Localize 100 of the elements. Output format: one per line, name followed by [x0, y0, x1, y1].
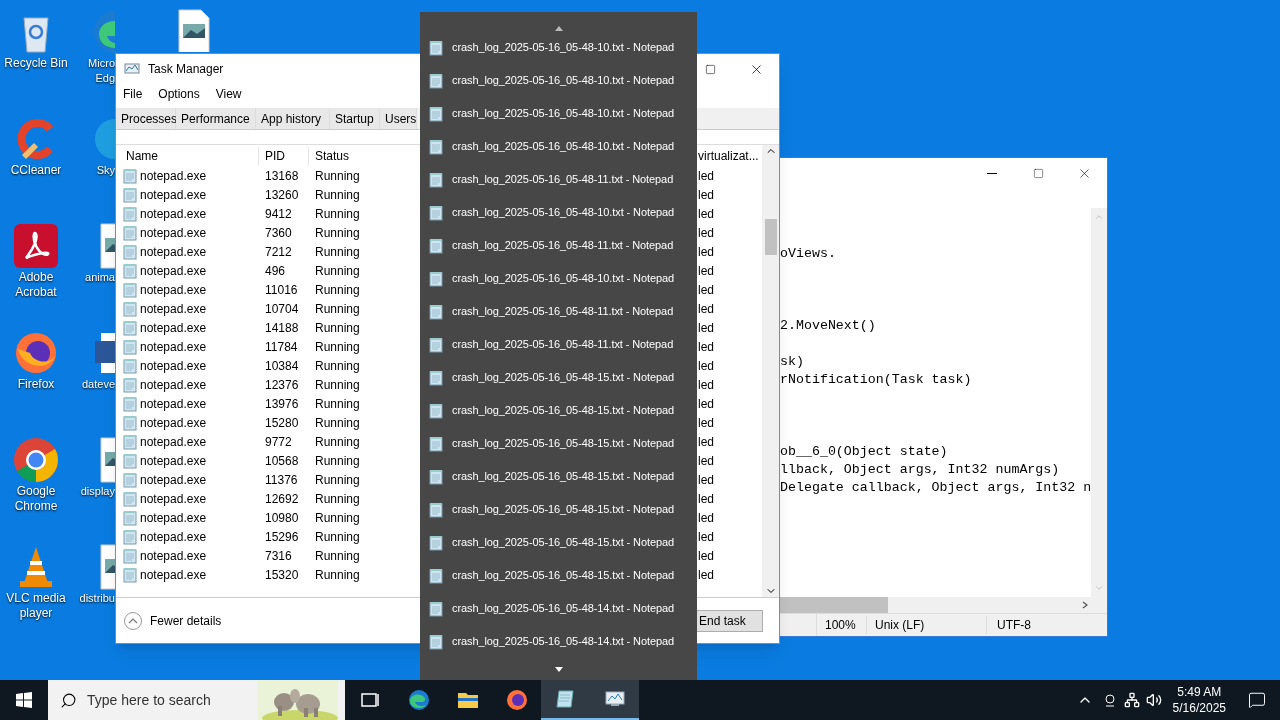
scroll-right-icon[interactable]: [1081, 601, 1089, 609]
window-list-item[interactable]: crash_log_2025-05-16_05-48-15.txt - Notepad: [420, 361, 697, 394]
notepad-icon: [428, 534, 444, 551]
table-cell-text: notepad.exe: [140, 338, 207, 356]
table-cell-text: 13260: [264, 186, 300, 204]
window-list-item[interactable]: crash_log_2025-05-16_05-48-15.txt - Notepad: [420, 493, 697, 526]
notepad-icon: [122, 414, 138, 431]
tab[interactable]: Users: [380, 108, 417, 129]
notepad-icon: [428, 270, 444, 287]
desktop-icon-label: distribu: [79, 591, 115, 606]
tab[interactable]: App history: [256, 108, 330, 129]
table-cell-text: Running: [314, 395, 361, 413]
notification-icon[interactable]: [1248, 691, 1266, 709]
taskbar-app[interactable]: [541, 680, 590, 720]
table-cell-text: Running: [314, 319, 361, 337]
tab[interactable]: Processes: [116, 108, 176, 129]
window-list-item[interactable]: crash_log_2025-05-16_05-48-10.txt - Notepad: [420, 196, 697, 229]
table-cell-text: Running: [314, 376, 361, 394]
acrobat-icon[interactable]: [12, 222, 60, 270]
window-list-item[interactable]: crash_log_2025-05-16_05-48-10.txt - Notepad: [420, 262, 697, 295]
notepad-icon: [428, 138, 444, 155]
notepad-icon: [122, 319, 138, 336]
table-cell: led: [698, 548, 714, 563]
table-cell-text: 9772: [264, 433, 293, 451]
notepad-icon: [122, 281, 138, 298]
search-bar[interactable]: Type here to search: [48, 680, 345, 720]
notepad-icon: [428, 369, 444, 386]
notepad-icon: [122, 471, 138, 488]
desktop-icon-label: Edg: [95, 71, 115, 86]
clock-date[interactable]: 5/16/2025: [1172, 700, 1226, 716]
volume-icon[interactable]: [1145, 692, 1162, 708]
desktop-icon-label: Acrobat: [15, 285, 57, 300]
window-list-item[interactable]: crash_log_2025-05-16_05-48-10.txt - Notepad: [420, 31, 697, 64]
table-cell-text: 10384: [264, 357, 300, 375]
notepad-icon: [122, 395, 138, 412]
table-cell-text: 11016: [264, 281, 299, 299]
network-icon[interactable]: [1123, 692, 1140, 708]
table-cell-text: 10704: [264, 300, 300, 318]
code-line: ob__6_0(Object state): [780, 443, 948, 461]
notepad-icon: [428, 105, 444, 122]
notepad-icon: [122, 566, 138, 583]
table-cell-text: Running: [314, 528, 361, 546]
table-cell: led: [698, 434, 714, 449]
tab[interactable]: Performance: [176, 108, 256, 129]
window-list-item[interactable]: crash_log_2025-05-16_05-48-15.txt - Notepad: [420, 394, 697, 427]
table-cell-text: Running: [314, 205, 361, 223]
window-list-item[interactable]: crash_log_2025-05-16_05-48-11.txt - Notepad: [420, 163, 697, 196]
window-list-item[interactable]: crash_log_2025-05-16_05-48-11.txt - Notepad: [420, 229, 697, 262]
table-cell: led: [698, 168, 714, 183]
window-list-item[interactable]: crash_log_2025-05-16_05-48-15.txt - Notepad: [420, 559, 697, 592]
table-cell: led: [698, 187, 714, 202]
scroll-up-icon[interactable]: [554, 26, 563, 31]
window-list-item[interactable]: crash_log_2025-05-16_05-48-15.txt - Notepad: [420, 460, 697, 493]
window-list-item[interactable]: crash_log_2025-05-16_05-48-15.txt - Notepad: [420, 526, 697, 559]
menu-item[interactable]: File: [123, 85, 143, 103]
table-cell-text: notepad.exe: [140, 414, 207, 432]
table-cell-text: notepad.exe: [140, 167, 207, 185]
table-cell: led: [698, 244, 714, 259]
table-cell-text: 11376: [264, 471, 299, 489]
column-header[interactable]: PID: [258, 146, 308, 165]
clock-time[interactable]: 5:49 AM: [1177, 684, 1222, 700]
window-list-item[interactable]: crash_log_2025-05-16_05-48-10.txt - Notepad: [420, 97, 697, 130]
edge-icon: [406, 688, 431, 712]
column-header[interactable]: virtualizat...: [695, 146, 760, 165]
notepad-icon: [122, 452, 138, 469]
table-cell-text: 12376: [264, 376, 300, 394]
menu-item[interactable]: Options: [158, 85, 200, 103]
window-list-item[interactable]: crash_log_2025-05-16_05-48-15.txt - Notepad: [420, 427, 697, 460]
column-header[interactable]: Name: [116, 146, 258, 165]
search-icon: [60, 691, 77, 709]
window-list-item[interactable]: crash_log_2025-05-16_05-48-10.txt - Notepad: [420, 64, 697, 97]
tab[interactable]: Startup: [330, 108, 380, 129]
horizontal-scrollbar[interactable]: [780, 597, 1107, 613]
notepad-icon: [428, 171, 444, 188]
table-cell-text: notepad.exe: [140, 528, 207, 546]
table-cell-text: 7212: [264, 243, 293, 261]
window-list-item[interactable]: crash_log_2025-05-16_05-48-11.txt - Notepad: [420, 328, 697, 361]
table-cell-text: 10568: [264, 452, 300, 470]
fewer-details-button[interactable]: Fewer details: [124, 611, 222, 630]
text-area[interactable]: oViews. 2.MoveNext() sk) rNotification(Task task) ob__6_0(Object state) llback, Object args, Int32 numArgs) Delegate callback, Object args, Int32 n: [780, 208, 1091, 597]
table-cell-text: Running: [314, 167, 361, 185]
table-cell-text: Running: [314, 338, 361, 356]
notepad-icon: [122, 547, 138, 564]
scrollbar-thumb[interactable]: [764, 219, 777, 255]
scrollbar[interactable]: [762, 145, 779, 597]
search-field[interactable]: Type here to search: [87, 689, 237, 711]
notepad-icon: [428, 567, 444, 584]
status-zoom: 100%: [817, 616, 867, 634]
chrome-icon[interactable]: [12, 436, 60, 484]
table-cell-text: Running: [314, 471, 361, 489]
desktop-icon-label: display: [80, 484, 115, 499]
column-header[interactable]: Status: [308, 146, 418, 165]
scroll-down-icon[interactable]: [554, 666, 563, 672]
notepad-icon: [122, 509, 138, 526]
minimize-icon: [987, 172, 997, 174]
taskbar-app[interactable]: [590, 680, 639, 720]
window-list-item[interactable]: crash_log_2025-05-16_05-48-10.txt - Notepad: [420, 130, 697, 163]
menu-item[interactable]: View: [215, 85, 242, 103]
desktop-icon-label: VLC media: [6, 591, 66, 606]
window-list-item[interactable]: crash_log_2025-05-16_05-48-11.txt - Notepad: [420, 295, 697, 328]
